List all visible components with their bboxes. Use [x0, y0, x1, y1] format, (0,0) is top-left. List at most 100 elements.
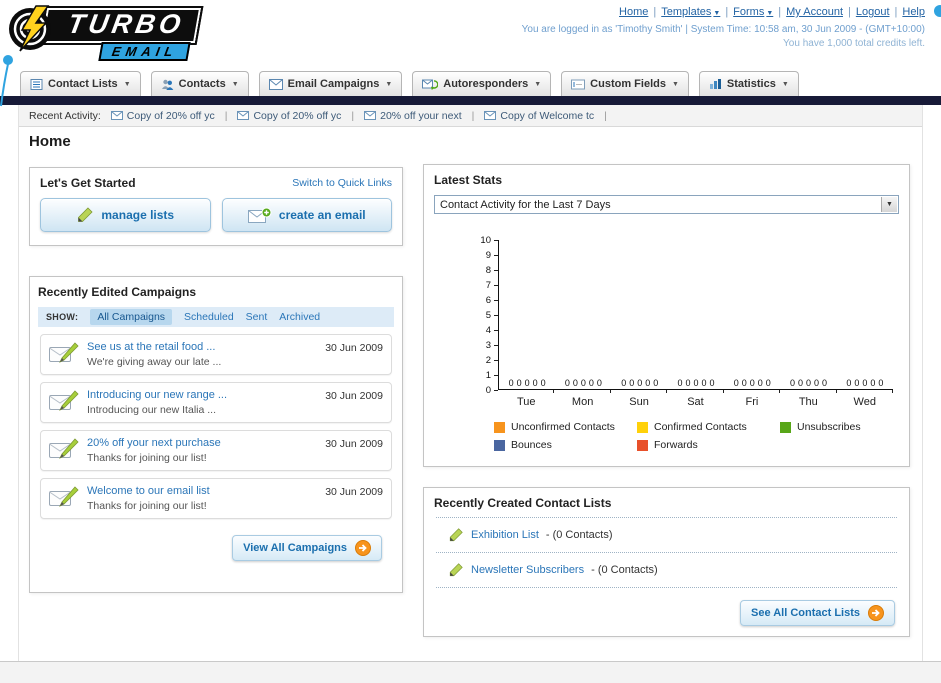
manage-lists-button[interactable]: manage lists	[40, 198, 211, 232]
top-link-help[interactable]: Help	[902, 6, 925, 18]
bar-value-label: 0	[790, 378, 796, 388]
statistics-icon	[709, 79, 721, 89]
chevron-down-icon: ▼	[231, 80, 239, 88]
autoresponders-icon	[422, 79, 439, 90]
legend-item: Forwards	[637, 439, 780, 451]
bar-value-label: 0	[621, 378, 627, 388]
envelope-icon	[364, 111, 377, 120]
contact-list-link[interactable]: Newsletter Subscribers	[471, 564, 584, 576]
logo-text-email: EMAIL	[98, 42, 192, 61]
bar-value-label: 0	[572, 378, 578, 388]
email-campaigns-icon	[268, 78, 283, 90]
campaign-title-link[interactable]: Welcome to our email list	[87, 484, 210, 499]
top-link-my-account[interactable]: My Account	[786, 6, 856, 18]
bar-value-label: 0	[580, 378, 586, 388]
tab-contact-lists[interactable]: Contact Lists ▼	[20, 71, 141, 96]
recent-activity-label: Recent Activity:	[29, 109, 101, 122]
logo-text-turbo: TURBO	[38, 6, 204, 45]
campaign-title-link[interactable]: Introducing our new range ...	[87, 388, 227, 403]
chart-x-axis: Tue Mon Sun Sat Fri Thu Wed	[498, 393, 893, 408]
top-link-logout[interactable]: Logout	[856, 6, 903, 18]
edit-campaign-icon	[49, 486, 79, 507]
campaign-title-link[interactable]: See us at the retail food ...	[87, 340, 221, 355]
top-link-templates[interactable]: Templates ▼	[661, 6, 733, 18]
chevron-down-icon: ▼	[123, 80, 131, 88]
chevron-down-icon: ▼	[781, 80, 789, 88]
filter-scheduled[interactable]: Scheduled	[184, 311, 234, 323]
decor-blue-pointer	[0, 55, 13, 107]
campaign-row[interactable]: 20% off your next purchase Thanks for jo…	[40, 430, 392, 472]
recently-edited-campaigns-panel: Recently Edited Campaigns SHOW: All Camp…	[29, 276, 403, 593]
app-window: TURBO EMAIL HomeTemplates▼Forms▼My Accou…	[0, 0, 941, 683]
x-tick-label: Fri	[745, 396, 759, 408]
campaign-row[interactable]: Introducing our new range ... Introducin…	[40, 382, 392, 424]
campaign-subtitle: We're giving away our late ...	[87, 355, 222, 368]
campaign-subtitle: Introducing our new Italia ...	[87, 403, 216, 416]
arrow-right-icon	[355, 540, 371, 557]
contact-list-link[interactable]: Exhibition List	[471, 529, 539, 541]
bar-value-label: 0	[637, 378, 643, 388]
campaigns-filter-bar: SHOW: All Campaigns Scheduled Sent Archi…	[38, 307, 394, 327]
tab-statistics[interactable]: Statistics ▼	[698, 71, 799, 96]
campaign-title-link[interactable]: 20% off your next purchase	[87, 436, 221, 451]
top-link-home[interactable]: Home	[619, 6, 661, 18]
dotted-divider	[436, 587, 897, 588]
chart-y-axis: 10 9 8 7 6 5 4 3 2 1 0	[442, 235, 498, 396]
recent-activity-item[interactable]: Copy of 20% off yc	[110, 110, 228, 122]
bar-value-label: 0	[733, 378, 739, 388]
contacts-icon	[161, 79, 173, 90]
envelope-plus-icon	[247, 207, 272, 223]
bar-value-label: 0	[524, 378, 530, 388]
campaign-row[interactable]: See us at the retail food ... We're givi…	[40, 334, 392, 376]
chevron-down-icon: ▼	[766, 10, 774, 17]
legend-swatch	[637, 439, 648, 451]
recent-activity-item[interactable]: Copy of 20% off yc	[237, 110, 354, 122]
bar-value-label: 0	[508, 378, 514, 388]
tab-email-campaigns[interactable]: Email Campaigns ▼	[258, 71, 403, 96]
legend-label: Forwards	[654, 439, 698, 451]
chevron-down-icon: ▼	[671, 80, 679, 88]
envelope-icon	[237, 111, 250, 120]
pencil-icon	[449, 563, 463, 577]
chevron-down-icon: ▼	[534, 80, 542, 88]
create-email-button[interactable]: create an email	[221, 198, 392, 232]
tab-custom-fields[interactable]: Custom Fields ▼	[561, 71, 689, 96]
contact-list-count: - (0 Contacts)	[591, 564, 658, 576]
bar-value-label: 0	[629, 378, 635, 388]
bar-value-label: 0	[814, 378, 820, 388]
legend-item: Unconfirmed Contacts	[494, 421, 637, 433]
filter-all-campaigns[interactable]: All Campaigns	[90, 309, 173, 325]
bar-value-label: 0	[741, 378, 747, 388]
tab-contacts[interactable]: Contacts ▼	[150, 71, 249, 96]
chart-category-group: 00000	[612, 378, 668, 389]
contact-lists-icon	[30, 78, 43, 90]
campaign-row[interactable]: Welcome to our email list Thanks for joi…	[40, 478, 392, 520]
custom-fields-icon	[571, 79, 586, 89]
x-tick-label: Wed	[853, 396, 876, 408]
filter-sent[interactable]: Sent	[246, 311, 268, 323]
chevron-down-icon: ▼	[713, 10, 721, 17]
recent-activity-item[interactable]: Copy of Welcome tc	[484, 110, 607, 122]
pencil-icon	[449, 528, 463, 542]
header-meta: HomeTemplates▼Forms▼My AccountLogoutHelp…	[522, 6, 925, 49]
contact-lists-panel-title: Recently Created Contact Lists	[434, 496, 612, 510]
top-link-forms[interactable]: Forms ▼	[733, 6, 786, 18]
edit-campaign-icon	[49, 390, 79, 411]
see-all-contact-lists-button[interactable]: See All Contact Lists	[739, 600, 895, 626]
filter-archived[interactable]: Archived	[279, 311, 320, 323]
footer-strip	[0, 661, 941, 683]
legend-item: Confirmed Contacts	[637, 421, 780, 433]
stats-period-select[interactable]: Contact Activity for the Last 7 Days ▼	[434, 195, 899, 214]
legend-item: Bounces	[494, 439, 637, 451]
legend-label: Bounces	[511, 439, 552, 451]
view-all-campaigns-button[interactable]: View All Campaigns	[232, 535, 382, 562]
tab-autoresponders[interactable]: Autoresponders ▼	[412, 71, 552, 96]
switch-to-quick-links-link[interactable]: Switch to Quick Links	[292, 177, 392, 189]
campaign-date: 30 Jun 2009	[325, 342, 383, 354]
login-status-text: You are logged in as 'Timothy Smith' | S…	[521, 24, 925, 35]
bar-value-label: 0	[596, 378, 602, 388]
edit-campaign-icon	[49, 438, 79, 459]
recent-activity-item[interactable]: 20% off your next	[364, 110, 474, 122]
nav-divider-bar	[0, 96, 941, 105]
bar-value-label: 0	[645, 378, 651, 388]
